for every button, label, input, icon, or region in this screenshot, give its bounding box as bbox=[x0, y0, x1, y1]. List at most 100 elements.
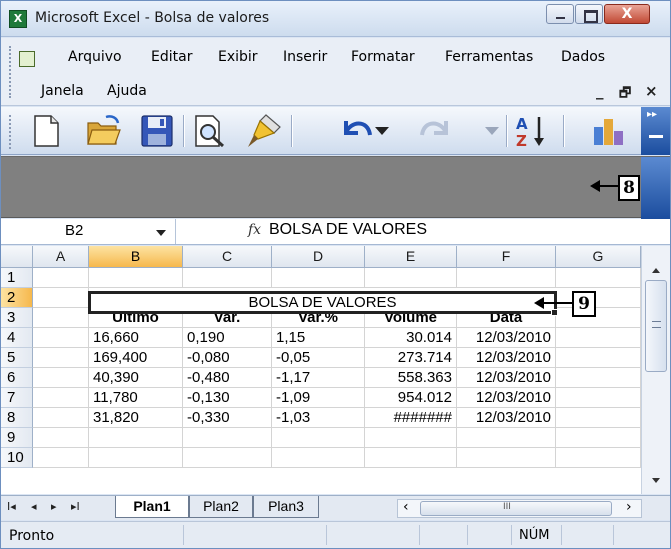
redo-icon[interactable] bbox=[418, 113, 454, 149]
cell[interactable] bbox=[183, 448, 272, 468]
scroll-up-button[interactable] bbox=[646, 264, 666, 278]
row-header-6[interactable]: 6 bbox=[1, 368, 33, 388]
column-header-c[interactable]: C bbox=[183, 246, 272, 268]
vertical-scroll-thumb[interactable] bbox=[645, 280, 667, 372]
chevron-down-icon[interactable] bbox=[156, 230, 166, 236]
row-header-9[interactable]: 9 bbox=[1, 428, 33, 448]
cell[interactable] bbox=[556, 448, 641, 468]
cell[interactable] bbox=[33, 388, 89, 408]
last-sheet-button[interactable]: ▸I bbox=[71, 500, 80, 513]
cell[interactable] bbox=[365, 268, 457, 288]
menu-ferramentas[interactable]: Ferramentas bbox=[445, 49, 533, 65]
toolbar-grip-handle[interactable] bbox=[9, 115, 12, 149]
fill-handle[interactable] bbox=[551, 309, 558, 316]
title-bar[interactable]: X Microsoft Excel - Bolsa de valores X bbox=[1, 1, 670, 37]
cell[interactable] bbox=[33, 348, 89, 368]
menu-editar[interactable]: Editar bbox=[151, 49, 192, 65]
undo-dropdown-icon[interactable] bbox=[375, 127, 389, 135]
next-sheet-button[interactable]: ▸ bbox=[51, 500, 57, 513]
cell[interactable] bbox=[272, 268, 365, 288]
cell-volume[interactable]: 30.014 bbox=[365, 328, 457, 348]
minimize-button[interactable] bbox=[546, 4, 574, 24]
cell[interactable] bbox=[457, 268, 556, 288]
cell-data[interactable]: 12/03/2010 bbox=[457, 348, 556, 368]
cell-ultimo[interactable]: 40,390 bbox=[89, 368, 183, 388]
cell-var[interactable]: -0,130 bbox=[183, 388, 272, 408]
cell[interactable] bbox=[33, 368, 89, 388]
toolbar-options-button[interactable] bbox=[641, 107, 670, 155]
merged-title-cell-b2[interactable]: BOLSA DE VALORES bbox=[88, 291, 557, 314]
redo-dropdown-icon[interactable] bbox=[485, 127, 499, 135]
mdi-close-icon[interactable]: × bbox=[645, 82, 658, 100]
cell[interactable] bbox=[365, 448, 457, 468]
cell[interactable] bbox=[33, 408, 89, 428]
row-header-5[interactable]: 5 bbox=[1, 348, 33, 368]
cell-var-pct[interactable]: -1,03 bbox=[272, 408, 365, 428]
column-header-g[interactable]: G bbox=[556, 246, 641, 268]
cell[interactable] bbox=[457, 428, 556, 448]
cell[interactable] bbox=[33, 428, 89, 448]
cell-data[interactable]: 12/03/2010 bbox=[457, 388, 556, 408]
cell-var-pct[interactable]: -1,17 bbox=[272, 368, 365, 388]
cell[interactable] bbox=[272, 448, 365, 468]
cell[interactable] bbox=[89, 448, 183, 468]
tab-plan2[interactable]: Plan2 bbox=[189, 496, 253, 518]
cell[interactable] bbox=[556, 268, 641, 288]
chart-wizard-icon[interactable] bbox=[591, 113, 627, 149]
excel-app-icon[interactable]: X bbox=[9, 10, 27, 28]
formula-input[interactable]: BOLSA DE VALORES bbox=[269, 221, 427, 239]
cell-ultimo[interactable]: 31,820 bbox=[89, 408, 183, 428]
column-header-d[interactable]: D bbox=[272, 246, 365, 268]
cell[interactable] bbox=[365, 428, 457, 448]
column-header-e[interactable]: E bbox=[365, 246, 457, 268]
cell-ultimo[interactable]: 11,780 bbox=[89, 388, 183, 408]
menu-formatar[interactable]: Formatar bbox=[351, 49, 415, 65]
cell-data[interactable]: 12/03/2010 bbox=[457, 408, 556, 428]
horizontal-scrollbar[interactable]: ‹ III › bbox=[397, 499, 642, 518]
cell-var[interactable]: 0,190 bbox=[183, 328, 272, 348]
row-header-10[interactable]: 10 bbox=[1, 448, 33, 468]
menu-arquivo[interactable]: Arquivo bbox=[68, 49, 122, 65]
cell[interactable] bbox=[183, 428, 272, 448]
row-header-4[interactable]: 4 bbox=[1, 328, 33, 348]
cell[interactable] bbox=[89, 268, 183, 288]
column-header-a[interactable]: A bbox=[33, 246, 89, 268]
menu-janela[interactable]: Janela bbox=[41, 83, 84, 99]
cell-var[interactable]: -0,480 bbox=[183, 368, 272, 388]
cell-data[interactable]: 12/03/2010 bbox=[457, 328, 556, 348]
tab-plan3[interactable]: Plan3 bbox=[253, 496, 319, 518]
cell[interactable] bbox=[556, 388, 641, 408]
scroll-down-button[interactable] bbox=[646, 474, 666, 488]
menu-ajuda[interactable]: Ajuda bbox=[107, 83, 147, 99]
print-preview-icon[interactable] bbox=[191, 113, 227, 149]
column-header-f[interactable]: F bbox=[457, 246, 556, 268]
toolbar-options-button[interactable] bbox=[641, 157, 670, 219]
undo-icon[interactable] bbox=[338, 113, 374, 149]
workbook-icon[interactable] bbox=[19, 51, 35, 67]
row-header-7[interactable]: 7 bbox=[1, 388, 33, 408]
scroll-right-button[interactable]: › bbox=[626, 499, 632, 515]
row-header-8[interactable]: 8 bbox=[1, 408, 33, 428]
cell-var-pct[interactable]: 1,15 bbox=[272, 328, 365, 348]
cell-volume-overflow[interactable]: ####### bbox=[365, 408, 457, 428]
cell-var-pct[interactable]: -1,09 bbox=[272, 388, 365, 408]
close-button[interactable]: X bbox=[604, 4, 650, 24]
cell-var-pct[interactable]: -0,05 bbox=[272, 348, 365, 368]
name-box[interactable]: B2 bbox=[1, 219, 176, 244]
tab-plan1[interactable]: Plan1 bbox=[115, 496, 189, 518]
cell[interactable] bbox=[33, 268, 89, 288]
save-icon[interactable] bbox=[139, 113, 175, 149]
cell[interactable] bbox=[556, 348, 641, 368]
cell-var[interactable]: -0,330 bbox=[183, 408, 272, 428]
new-document-icon[interactable] bbox=[28, 113, 64, 149]
cell[interactable] bbox=[556, 288, 641, 308]
cell[interactable] bbox=[556, 408, 641, 428]
cell[interactable] bbox=[457, 448, 556, 468]
cell-volume[interactable]: 273.714 bbox=[365, 348, 457, 368]
cell[interactable] bbox=[272, 428, 365, 448]
cell[interactable] bbox=[556, 308, 641, 328]
menu-inserir[interactable]: Inserir bbox=[283, 49, 327, 65]
open-folder-icon[interactable] bbox=[86, 113, 122, 149]
cell-data[interactable]: 12/03/2010 bbox=[457, 368, 556, 388]
previous-sheet-button[interactable]: ◂ bbox=[31, 500, 37, 513]
